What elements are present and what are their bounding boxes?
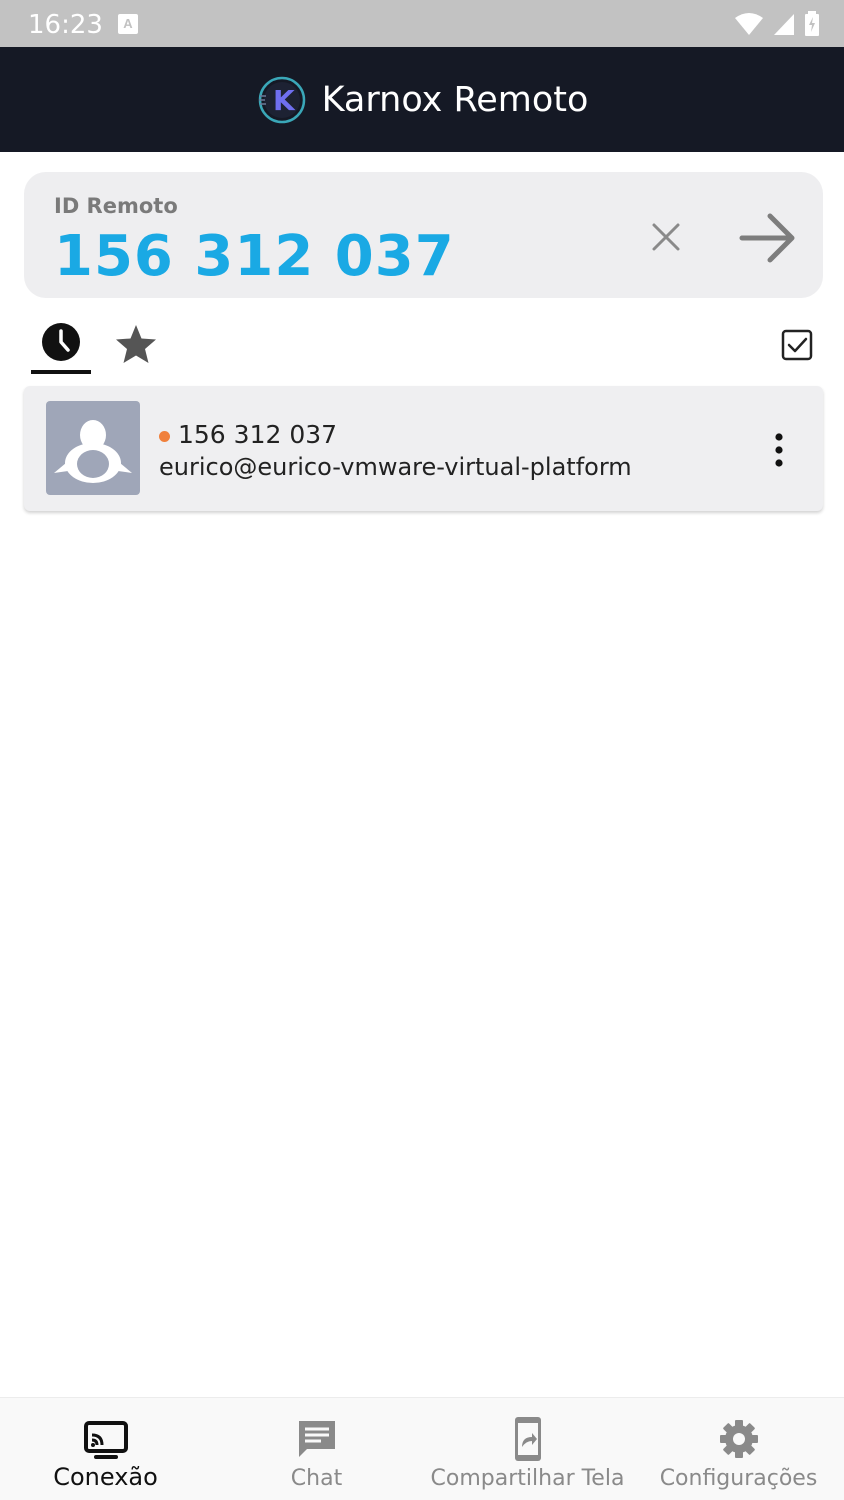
peer-id: 156 312 037: [178, 420, 338, 449]
logo-letter: K: [273, 84, 296, 117]
peer-card[interactable]: 156 312 037 eurico@eurico-vmware-virtual…: [24, 386, 823, 511]
select-checkbox-icon[interactable]: [779, 327, 815, 363]
more-vert-icon[interactable]: [762, 430, 796, 470]
online-status-dot: [159, 431, 170, 442]
status-bar: 16:23 A: [0, 0, 844, 47]
gear-icon: [719, 1420, 758, 1458]
app-logo-icon: K: [258, 76, 305, 123]
cell-signal-icon: [774, 14, 794, 35]
notification-a-icon: A: [118, 14, 138, 34]
remote-id-card: ID Remoto 156 312 037: [24, 172, 823, 298]
battery-icon: [805, 11, 819, 36]
share-screen-icon: [514, 1417, 541, 1461]
chat-icon: [298, 1421, 335, 1457]
cast-icon: [83, 1421, 128, 1459]
nav-item-compartilhar-tela[interactable]: Compartilhar Tela: [422, 1398, 633, 1500]
remote-id-label: ID Remoto: [54, 194, 178, 218]
nav-label-compartilhar-tela: Compartilhar Tela: [430, 1466, 625, 1491]
wifi-icon: [735, 13, 763, 35]
remote-id-input[interactable]: 156 312 037: [54, 224, 455, 289]
app-title: Karnox Remoto: [321, 79, 589, 120]
linux-penguin-icon: [46, 401, 140, 495]
status-icons: [734, 11, 820, 37]
bottom-nav: Conexão Chat Compartilhar Tela Configura…: [0, 1397, 844, 1500]
nav-label-chat: Chat: [290, 1466, 343, 1491]
connect-arrow-icon[interactable]: [736, 206, 800, 270]
status-time: 16:23: [28, 10, 103, 40]
tab-recent-clock-icon[interactable]: [31, 318, 91, 374]
nav-item-chat[interactable]: Chat: [211, 1398, 422, 1500]
nav-label-conexao: Conexão: [53, 1463, 158, 1491]
tab-active-indicator: [31, 370, 91, 374]
tab-favorites-star-icon[interactable]: [115, 323, 157, 365]
app-bar: K Karnox Remoto: [0, 47, 844, 152]
clear-icon[interactable]: [648, 219, 684, 255]
peer-hostname: eurico@eurico-vmware-virtual-platform: [159, 453, 632, 481]
nav-item-conexao[interactable]: Conexão: [0, 1398, 211, 1500]
nav-item-configuracoes[interactable]: Configurações: [633, 1398, 844, 1500]
nav-label-configuracoes: Configurações: [659, 1466, 818, 1491]
